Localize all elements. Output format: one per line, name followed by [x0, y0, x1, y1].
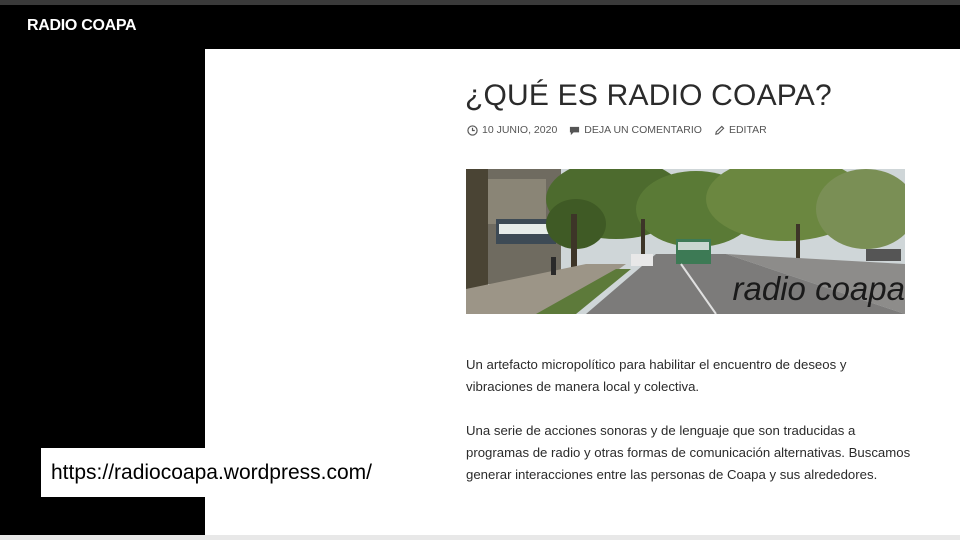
pencil-icon [714, 125, 725, 136]
edit-link[interactable]: EDITAR [714, 124, 767, 136]
featured-image[interactable]: radio coapa [466, 169, 905, 314]
post-paragraph: Un artefacto micropolítico para habilita… [466, 357, 847, 394]
post-date-link[interactable]: 10 JUNIO, 2020 [467, 124, 557, 136]
edit-link-label: EDITAR [728, 124, 767, 136]
bottom-strip [0, 535, 960, 540]
comment-link[interactable]: DEJA UN COMENTARIO [569, 124, 702, 136]
image-overlay-text: radio coapa [732, 270, 905, 307]
post-meta: 10 JUNIO, 2020 DEJA UN COMENTARIO EDITAR [467, 124, 767, 136]
post-date: 10 JUNIO, 2020 [482, 124, 558, 136]
post-title[interactable]: ¿QUÉ ES RADIO COAPA? [465, 79, 832, 113]
url-overlay-box: https://radiocoapa.wordpress.com/ [41, 448, 441, 497]
clock-icon [467, 124, 478, 136]
site-title-link[interactable]: RADIO COAPA [27, 17, 137, 35]
url-text[interactable]: https://radiocoapa.wordpress.com/ [51, 461, 372, 485]
post-content: Un artefacto micropolítico para habilita… [466, 354, 911, 508]
site-header: RADIO COAPA [0, 5, 960, 49]
post-paragraph: Una serie de acciones sonoras y de lengu… [466, 423, 911, 482]
comment-link-label: DEJA UN COMENTARIO [584, 124, 702, 136]
speech-bubble-icon [569, 125, 580, 136]
